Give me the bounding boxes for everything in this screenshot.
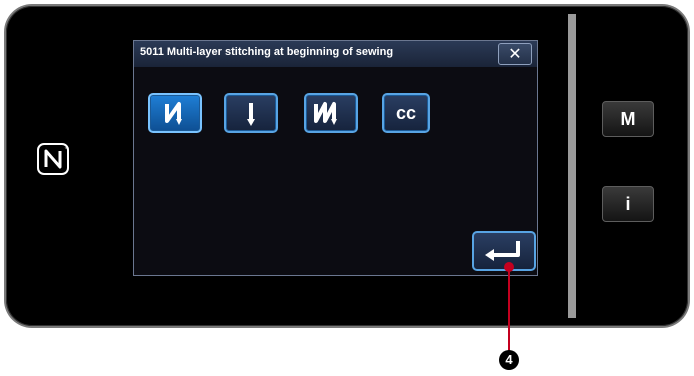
callout-line	[508, 265, 510, 351]
nfc-logo-icon: ™	[37, 143, 69, 175]
bezel-divider	[568, 14, 576, 318]
info-button[interactable]: i	[602, 186, 654, 222]
callout-number: 4	[499, 350, 519, 370]
option-straight-down-button[interactable]	[224, 93, 278, 133]
close-button[interactable]: ✕	[498, 43, 532, 65]
dialog-screen: 5011 Multi-layer stitching at beginning …	[133, 40, 538, 276]
option-cc-label: cc	[395, 103, 417, 123]
menu-button[interactable]: M	[602, 101, 654, 137]
svg-text:™: ™	[64, 147, 69, 153]
zigzag-stitch-icon	[165, 102, 182, 125]
callout-dot	[504, 262, 514, 272]
dialog-title: 5011 Multi-layer stitching at beginning …	[140, 46, 394, 58]
option-cc-button[interactable]: cc	[382, 93, 430, 133]
straight-down-icon	[247, 103, 255, 126]
option-multi-zigzag-button[interactable]	[304, 93, 358, 133]
multi-zigzag-stitch-icon	[314, 102, 337, 125]
option-zigzag-button[interactable]	[148, 93, 202, 133]
dialog-titlebar: 5011 Multi-layer stitching at beginning …	[134, 41, 537, 67]
